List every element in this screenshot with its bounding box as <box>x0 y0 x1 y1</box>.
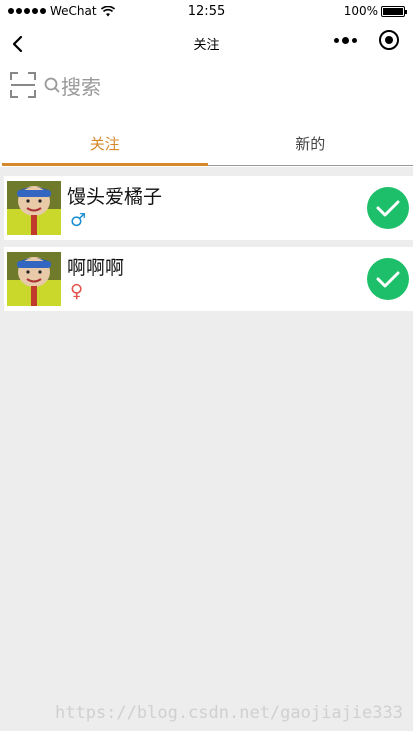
more-icon[interactable] <box>334 36 357 44</box>
male-icon: ♂ <box>70 210 87 231</box>
user-name: 馒头爱橘子 <box>67 186 163 208</box>
user-list: 馒头爱橘子 ♂ 啊啊啊 ♀ <box>0 167 413 731</box>
search-bar[interactable]: 搜索 <box>0 66 413 104</box>
female-icon: ♀ <box>70 281 84 302</box>
nav-bar: 关注 <box>0 22 413 66</box>
wifi-icon <box>100 5 115 16</box>
carrier-label: WeChat <box>50 4 97 18</box>
battery-label: 100% <box>343 4 378 18</box>
status-bar: WeChat 12:55 100% <box>0 0 413 22</box>
capsule-menu <box>334 30 399 50</box>
followed-check-button[interactable] <box>367 187 409 229</box>
battery-icon <box>381 5 407 17</box>
check-icon <box>376 200 400 217</box>
status-right: 100% <box>343 4 407 18</box>
list-item[interactable]: 馒头爱橘子 ♂ <box>4 176 413 240</box>
list-item[interactable]: 啊啊啊 ♀ <box>4 247 413 311</box>
signal-icon <box>8 8 46 14</box>
battery-fill <box>383 7 403 15</box>
tab-bar: 关注 新的 <box>2 122 413 166</box>
watermark: https://blog.csdn.net/gaojiajie333 <box>55 703 403 723</box>
status-left: WeChat <box>8 4 115 18</box>
search-icon <box>44 77 60 93</box>
tab-following[interactable]: 关注 <box>2 122 208 166</box>
tab-new[interactable]: 新的 <box>208 122 413 165</box>
close-miniprogram-icon[interactable] <box>379 30 399 50</box>
avatar <box>7 252 61 306</box>
check-icon <box>376 271 400 288</box>
search-input[interactable]: 搜索 <box>61 71 101 100</box>
scan-icon[interactable] <box>10 72 36 98</box>
followed-check-button[interactable] <box>367 258 409 300</box>
user-name: 啊啊啊 <box>67 257 125 279</box>
avatar <box>7 181 61 235</box>
